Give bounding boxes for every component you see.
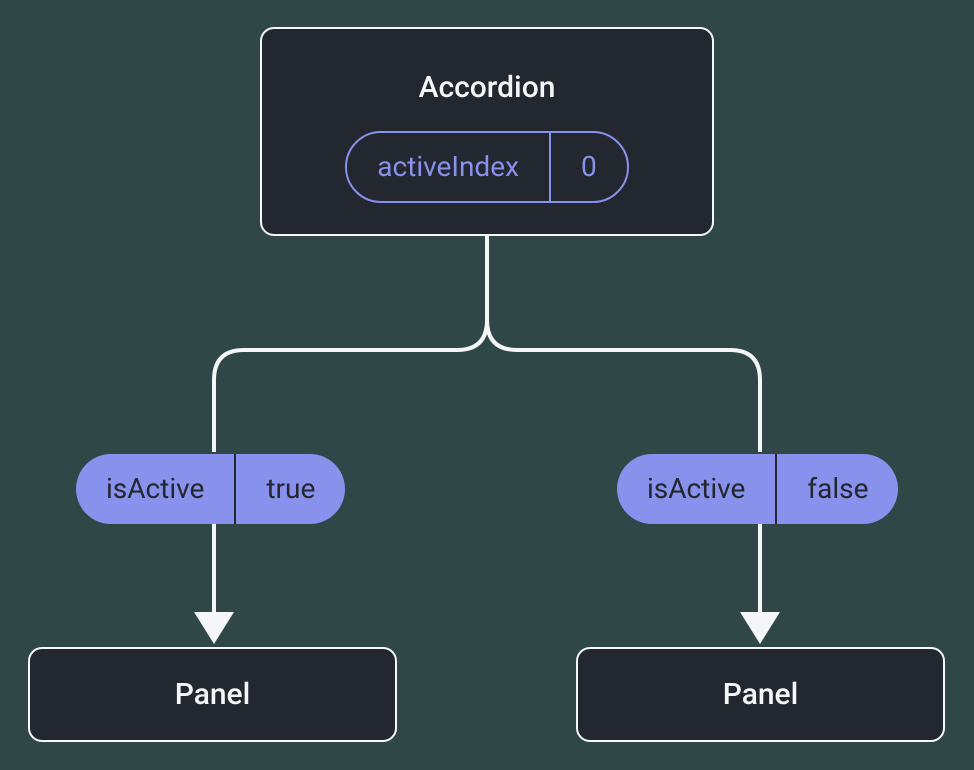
root-node: Accordion activeIndex 0 (260, 27, 714, 236)
prop-value: true (234, 454, 345, 524)
prop-key: isActive (76, 454, 234, 524)
prop-pill-right: isActive false (617, 454, 898, 524)
panel-title: Panel (175, 677, 251, 712)
prop-value: false (775, 454, 898, 524)
state-value: 0 (549, 133, 627, 201)
prop-key: isActive (617, 454, 775, 524)
panel-node-left: Panel (28, 647, 397, 742)
prop-pill-left: isActive true (76, 454, 345, 524)
diagram-canvas: Accordion activeIndex 0 isActive true is… (0, 0, 974, 770)
state-pill: activeIndex 0 (345, 131, 628, 203)
root-node-title: Accordion (419, 70, 556, 105)
state-key: activeIndex (347, 133, 549, 201)
panel-node-right: Panel (576, 647, 945, 742)
panel-title: Panel (723, 677, 799, 712)
